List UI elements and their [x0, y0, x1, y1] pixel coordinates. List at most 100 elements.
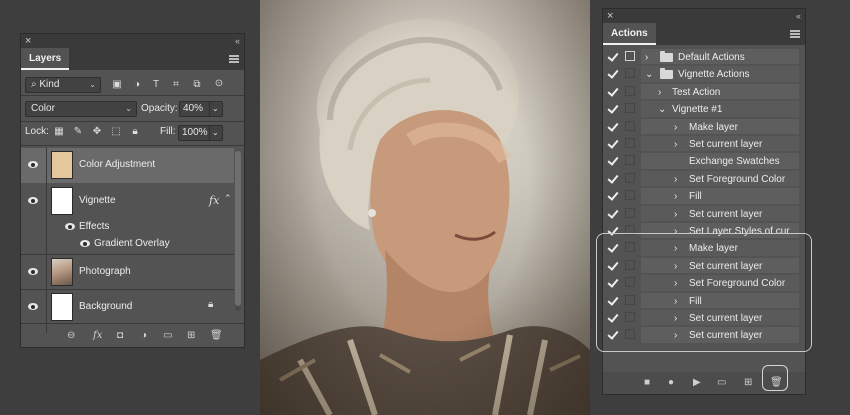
lock-artboard-icon[interactable]: ⬚ — [110, 126, 122, 138]
close-icon[interactable]: × — [607, 9, 613, 23]
toggle-checkmark-icon[interactable] — [607, 121, 617, 131]
chevron-down-icon[interactable]: ⌄ — [658, 103, 666, 116]
tab-actions[interactable]: Actions — [603, 23, 656, 45]
tab-layers[interactable]: Layers — [21, 48, 70, 70]
chevron-down-icon: ⌄ — [212, 104, 219, 113]
visibility-eye-icon[interactable] — [27, 267, 41, 277]
chevron-right-icon[interactable]: › — [674, 208, 677, 221]
dialog-toggle-box[interactable] — [625, 138, 635, 148]
layer-effect-gradient-overlay[interactable]: Gradient Overlay — [21, 235, 234, 253]
toggle-checkmark-icon[interactable] — [607, 173, 617, 183]
close-icon[interactable]: × — [25, 34, 31, 48]
action-row[interactable]: › Set Foreground Color — [603, 170, 799, 187]
filter-adjustment-icon[interactable]: ◑ — [131, 79, 143, 91]
action-row[interactable]: Exchange Swatches — [603, 152, 799, 169]
filter-smart-object-icon[interactable]: ⧉ — [191, 79, 203, 91]
action-row[interactable]: › Test Action — [603, 83, 799, 100]
divider — [21, 145, 244, 146]
chevron-right-icon[interactable]: › — [674, 173, 677, 186]
toggle-checkmark-icon[interactable] — [607, 155, 617, 165]
layer-row-vignette[interactable]: Vignette fx ⌃ — [21, 184, 234, 218]
action-row[interactable]: ⌄ Vignette #1 — [603, 100, 799, 117]
dialog-toggle-box[interactable] — [625, 68, 635, 79]
filter-pixel-icon[interactable]: ▣ — [111, 79, 123, 91]
action-row[interactable]: ⌄ Vignette Actions — [603, 65, 799, 82]
dialog-toggle-box[interactable] — [625, 155, 635, 166]
panel-menu-icon[interactable] — [229, 55, 239, 63]
action-row[interactable]: › Set current layer — [603, 135, 799, 152]
collapse-icon[interactable]: ‹‹ — [796, 9, 801, 23]
dialog-toggle-box[interactable] — [625, 85, 635, 96]
panel-menu-icon[interactable] — [790, 30, 800, 38]
layers-scrollbar[interactable] — [235, 151, 241, 311]
lock-all-icon[interactable]: 🔒︎ — [129, 126, 141, 138]
action-row[interactable]: › Make layer — [603, 118, 799, 135]
layer-thumbnail — [51, 293, 73, 321]
filter-kind-label: Kind — [39, 79, 60, 90]
action-row[interactable]: › Set current layer — [603, 205, 799, 222]
layer-row-photograph[interactable]: Photograph — [21, 255, 234, 289]
dialog-toggle-box[interactable] — [625, 103, 635, 114]
chevron-right-icon[interactable]: › — [674, 190, 677, 203]
visibility-eye-icon[interactable] — [27, 302, 41, 312]
fill-dropdown-button[interactable]: ⌄ — [209, 125, 223, 141]
layer-row-color-adjustment[interactable]: Color Adjustment — [21, 148, 234, 183]
visibility-eye-icon[interactable] — [27, 196, 41, 206]
play-icon[interactable]: ▶ — [693, 376, 701, 390]
visibility-eye-icon[interactable] — [64, 222, 78, 232]
chevron-down-icon[interactable]: ⌄ — [645, 68, 653, 81]
blend-mode-select[interactable]: Color ⌄ — [25, 101, 137, 117]
delete-layer-icon[interactable]: 🗑︎ — [210, 330, 223, 341]
layer-effects-row[interactable]: Effects — [21, 218, 234, 236]
dialog-toggle-box[interactable] — [625, 190, 635, 201]
dialog-toggle-box[interactable] — [625, 51, 635, 61]
visibility-eye-icon[interactable] — [27, 160, 41, 170]
add-mask-icon[interactable]: ◘ — [117, 330, 123, 341]
action-row[interactable]: › Default Actions — [603, 48, 799, 65]
layer-effects-fx-icon[interactable]: fx — [209, 194, 219, 207]
layer-row-background[interactable]: Background 🔒︎ — [21, 290, 234, 324]
layer-thumbnail — [51, 151, 73, 179]
action-row[interactable]: › Fill — [603, 187, 799, 204]
toggle-checkmark-icon[interactable] — [607, 68, 617, 78]
chevron-up-icon[interactable]: ⌃ — [224, 193, 232, 204]
toggle-checkmark-icon[interactable] — [607, 51, 617, 61]
filter-kind-select[interactable]: ⌕ Kind ⌄ — [25, 77, 101, 93]
lock-transparent-icon[interactable]: ▦ — [53, 126, 65, 138]
action-label: Vignette #1 — [672, 104, 723, 116]
filter-type-icon[interactable]: T — [150, 79, 162, 91]
dialog-toggle-box[interactable] — [625, 172, 635, 183]
action-label: Make layer — [689, 121, 738, 133]
filter-toggle-icon[interactable]: ⊙ — [213, 78, 225, 90]
visibility-eye-icon[interactable] — [79, 239, 93, 249]
opacity-dropdown-button[interactable]: ⌄ — [209, 101, 223, 117]
adjustment-layer-icon[interactable]: ◑ — [141, 330, 147, 341]
link-layers-icon[interactable]: ⊖ — [67, 330, 75, 341]
dialog-toggle-box[interactable] — [625, 120, 635, 131]
collapse-icon[interactable]: ‹‹ — [235, 34, 240, 48]
new-group-icon[interactable]: ▭ — [163, 330, 172, 341]
stop-icon[interactable]: ■ — [644, 376, 650, 390]
toggle-checkmark-icon[interactable] — [607, 103, 617, 113]
toggle-checkmark-icon[interactable] — [607, 86, 617, 96]
toggle-checkmark-icon[interactable] — [607, 138, 617, 148]
chevron-right-icon[interactable]: › — [645, 51, 648, 64]
new-layer-icon[interactable]: ⊞ — [187, 330, 195, 341]
lock-image-icon[interactable]: ✎ — [72, 126, 84, 138]
canvas-photo — [260, 0, 590, 415]
filter-shape-icon[interactable]: ⌗ — [170, 79, 182, 91]
highlight-selection-box — [596, 233, 812, 352]
record-icon[interactable]: ● — [668, 376, 674, 390]
dialog-toggle-box[interactable] — [625, 207, 635, 218]
new-action-icon[interactable]: ⊞ — [744, 376, 752, 390]
chevron-right-icon[interactable]: › — [674, 121, 677, 134]
toggle-checkmark-icon[interactable] — [607, 208, 617, 218]
chevron-right-icon[interactable]: › — [674, 138, 677, 151]
lock-position-icon[interactable]: ✥ — [91, 126, 103, 138]
divider — [21, 323, 244, 324]
chevron-right-icon[interactable]: › — [658, 86, 661, 99]
add-layer-style-icon[interactable]: fx — [93, 330, 102, 341]
scrollbar-thumb[interactable] — [235, 151, 241, 306]
new-set-folder-icon[interactable]: ▭ — [717, 376, 726, 390]
toggle-checkmark-icon[interactable] — [607, 190, 617, 200]
